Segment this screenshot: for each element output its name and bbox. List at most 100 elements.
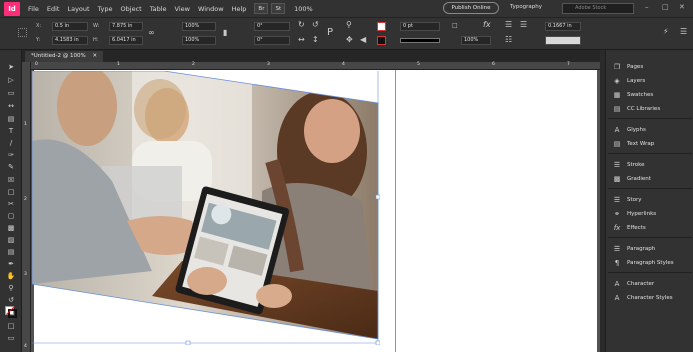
panel-paragraph-styles[interactable]: ¶ Paragraph Styles [606,256,693,269]
menu-file[interactable]: File [28,5,39,13]
panel-label: Character Styles [627,294,673,301]
rectangle-tool-icon[interactable]: □ [6,188,16,196]
menu-help[interactable]: Help [232,5,247,13]
fx-icon[interactable]: fx [483,20,491,29]
panel-character-styles[interactable]: A Character Styles [606,291,693,304]
quick-apply-icon[interactable]: ⚡ [663,27,669,36]
ruler-v-label: 4 [24,344,27,349]
panel-swatches[interactable]: ▦ Swatches [606,88,693,101]
minimize-icon[interactable]: – [645,3,649,11]
panel-cc-libraries[interactable]: ▤ CC Libraries [606,102,693,115]
panel-divider [608,237,692,238]
zoom-level[interactable]: 100% [294,5,313,13]
menu-window[interactable]: Window [198,5,224,13]
panel-gradient[interactable]: ▩ Gradient [606,172,693,185]
panel-pages[interactable]: ❐ Pages [606,60,693,73]
opacity-field[interactable]: 100% [461,36,491,45]
panel-label: Character [627,280,655,287]
restore-icon[interactable]: □ [662,3,669,11]
eyedropper-tool-icon[interactable]: ✒ [6,260,16,268]
x-field[interactable]: 0.5 in [52,22,88,31]
rotate-ccw-icon[interactable]: ↺ [312,20,319,29]
menu-layout[interactable]: Layout [67,5,89,13]
workspace-switcher[interactable]: Typography [510,4,542,10]
stroke-icon: ☰ [613,160,621,169]
distribute-icon[interactable]: ☷ [505,35,512,44]
panel-story[interactable]: ☰ Story [606,193,693,206]
scale-y-field[interactable]: 100% [182,36,216,45]
line-tool-icon[interactable]: / [6,139,16,147]
app-logo: Id [4,1,20,16]
selection-tool-icon[interactable]: ➤ [6,63,16,71]
gradient-feather-tool-icon[interactable]: ▨ [6,236,16,244]
free-transform-tool-icon[interactable]: ▢ [6,212,16,220]
stock-button[interactable]: St [271,3,286,14]
shear-angle-field[interactable]: 0° [254,36,290,45]
panel-glyphs[interactable]: A Glyphs [606,123,693,136]
gradient-swatch-tool-icon[interactable]: ▩ [6,224,16,232]
rotate-cw-icon[interactable]: ↻ [298,20,305,29]
menu-view[interactable]: View [175,5,190,13]
screen-mode-icon[interactable]: ▭ [6,334,16,342]
pencil-tool-icon[interactable]: ✎ [6,163,16,171]
prev-object-icon[interactable]: ◀ [360,35,366,44]
note-tool-icon[interactable]: ▤ [6,248,16,256]
panel-text-wrap[interactable]: ▤ Text Wrap [606,137,693,150]
pen-tool-icon[interactable]: ✑ [6,151,16,159]
zoom-tool-icon[interactable]: ⚲ [6,284,16,292]
publish-online-button[interactable]: Publish Online [443,2,499,14]
fill-stroke-proxy[interactable] [5,306,17,318]
hand-tool-icon[interactable]: ✋ [6,272,16,280]
reference-point-icon[interactable] [18,28,27,37]
vertical-ruler[interactable]: 1 2 3 4 [22,62,31,352]
rectangle-frame-tool-icon[interactable]: ☒ [6,176,16,184]
fill-swatch[interactable] [377,22,386,31]
w-label: W: [93,23,100,29]
formatting-affects-container-icon[interactable]: □ [6,322,16,330]
panel-character[interactable]: A Character [606,277,693,290]
panel-stroke[interactable]: ☰ Stroke [606,158,693,171]
y-field[interactable]: 4.1583 in [52,36,88,45]
horizontal-ruler[interactable]: 0 1 2 3 4 5 6 7 [31,62,600,70]
stroke-type-dropdown[interactable] [400,38,440,43]
fx-effects-icon[interactable]: □ [452,22,461,31]
gap-tool-icon[interactable]: ↔ [6,102,16,110]
type-tool-icon[interactable]: T [6,127,16,135]
height-field[interactable]: 6.0417 in [109,36,143,45]
constrain-proportions-icon[interactable]: ∞ [148,28,155,37]
stroke-swatch[interactable] [377,36,386,45]
menu-table[interactable]: Table [150,5,167,13]
close-icon[interactable]: ✕ [679,3,685,11]
scissors-tool-icon[interactable]: ✂ [6,200,16,208]
menu-type[interactable]: Type [98,5,113,13]
bridge-button[interactable]: Br [254,3,269,14]
placed-image-frame[interactable] [31,70,381,346]
align-center-icon[interactable]: ☰ [520,20,527,29]
scale-x-field[interactable]: 100% [182,22,216,31]
document-tab[interactable]: *Untitled-2 @ 100% ✕ [25,51,104,62]
align-left-icon[interactable]: ☰ [505,20,512,29]
menu-edit[interactable]: Edit [47,5,60,13]
offset-field[interactable]: 0.1667 in [545,22,581,31]
rotation-angle-field[interactable]: 0° [254,22,290,31]
panel-effects[interactable]: fx Effects [606,221,693,234]
select-container-icon[interactable]: ⚲ [346,20,352,29]
panel-hyperlinks[interactable]: ⚭ Hyperlinks [606,207,693,220]
select-content-icon[interactable]: ✥ [346,35,353,44]
swap-fill-stroke-icon[interactable]: ↺ [6,296,16,304]
flip-horizontal-icon[interactable]: ↔ [298,35,305,44]
link-scale-icon[interactable]: ▮ [223,28,227,37]
panel-layers[interactable]: ◈ Layers [606,74,693,87]
panel-paragraph[interactable]: ☰ Paragraph [606,242,693,255]
width-field[interactable]: 7.875 in [109,22,143,31]
close-tab-icon[interactable]: ✕ [92,53,97,59]
menu-object[interactable]: Object [121,5,142,13]
flip-vertical-icon[interactable]: ↕ [312,35,319,44]
text-p-icon[interactable]: P [327,27,333,38]
direct-selection-tool-icon[interactable]: ▷ [6,76,16,84]
stroke-weight-field[interactable]: 0 pt [400,22,440,31]
panel-menu-icon[interactable]: ☰ [680,27,687,36]
stock-search-input[interactable]: Adobe Stock [562,3,634,14]
content-collector-icon[interactable]: ▤ [6,115,16,123]
page-tool-icon[interactable]: ▭ [6,89,16,97]
